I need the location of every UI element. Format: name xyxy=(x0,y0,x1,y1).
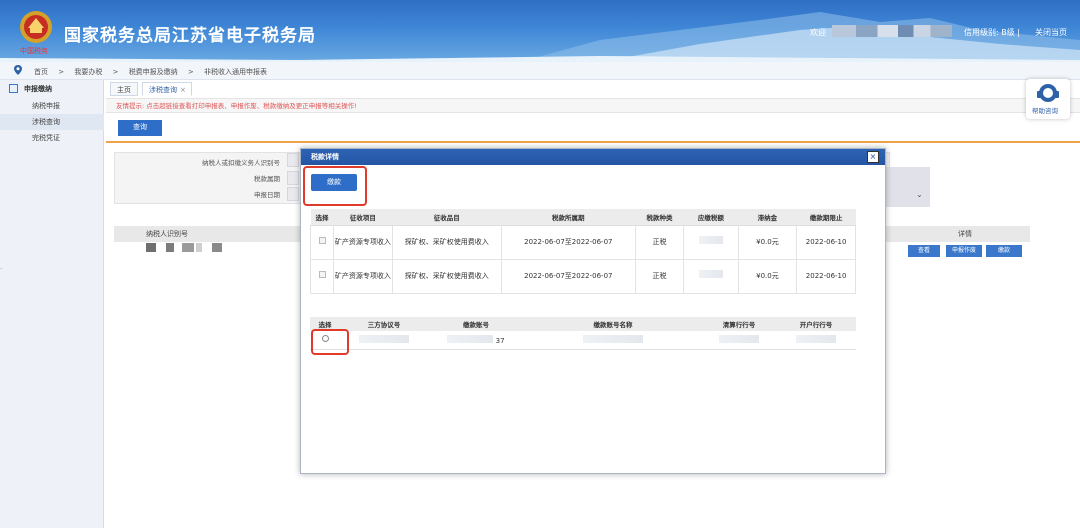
taxpayer-id-column-header: 纳税人识别号 xyxy=(146,230,188,238)
results-table-header xyxy=(114,226,300,242)
detail-column-header-bg xyxy=(884,226,1030,242)
divider xyxy=(106,141,1080,143)
close-page-link[interactable]: 关闭当页 xyxy=(1035,27,1067,38)
tax-detail-modal: 税款详情 × 缴款 选择 征收项目 征收品目 税款所属期 税款种类 应缴税额 滞… xyxy=(300,148,886,474)
tab-tax-query[interactable]: 涉税查询 × xyxy=(142,82,192,96)
modal-title: 税款详情 xyxy=(311,153,339,161)
top-banner: 中国税务 国家税务总局江苏省电子税务局 欢迎 信用级别: B级 | 关闭当页 xyxy=(0,0,1080,62)
svg-text:中国税务: 中国税务 xyxy=(20,46,48,55)
col-account-name: 缴款账号名称 xyxy=(524,317,702,331)
sidebar-item-tax-query[interactable]: 涉税查询 xyxy=(0,114,104,130)
masked-amount xyxy=(698,269,723,278)
form-label-tax-period: 税款属期 xyxy=(254,175,280,183)
col-account-no: 缴款账号 xyxy=(428,317,524,331)
highlight-account-radio xyxy=(311,329,349,355)
row-checkbox[interactable] xyxy=(318,270,326,278)
location-pin-icon xyxy=(14,65,22,75)
query-button[interactable]: 查询 xyxy=(118,120,162,136)
void-declaration-button[interactable]: 申报作废 xyxy=(946,245,982,257)
late-fee-cell: ¥0.0元 xyxy=(737,224,798,260)
site-title: 国家税务总局江苏省电子税务局 xyxy=(64,26,316,46)
sidebar-item-tax-certificate[interactable]: 完税凭证 xyxy=(0,130,104,146)
tax-payable-cell xyxy=(683,224,739,260)
levy-item-cell: 矿产资源专项收入 xyxy=(333,258,393,294)
masked-account-name xyxy=(583,334,643,343)
masked-agreement-no xyxy=(359,334,409,343)
levy-item-cell: 矿产资源专项收入 xyxy=(333,224,393,260)
tax-period-cell: 2022-06-07至2022-06-07 xyxy=(500,258,636,294)
modal-titlebar: 税款详情 × xyxy=(301,149,885,165)
breadcrumb-tax-handling[interactable]: 我要办税 xyxy=(74,68,102,76)
col-opening-bank-no: 开户行行号 xyxy=(776,317,856,331)
breadcrumb-sep: > xyxy=(58,68,65,76)
deadline-cell: 2022-06-10 xyxy=(796,258,856,294)
payment-account-table: 选择 三方协议号 缴款账号 缴款账号名称 清算行行号 开户行行号 37 xyxy=(310,317,856,350)
account-no-cell: 37 xyxy=(428,331,524,350)
deadline-cell: 2022-06-10 xyxy=(796,224,856,260)
taxpayer-id-input[interactable] xyxy=(287,153,299,167)
breadcrumb-current: 非税收入通用申报表 xyxy=(204,68,268,76)
close-icon[interactable]: × xyxy=(867,151,879,163)
tax-emblem-icon: 中国税务 xyxy=(16,8,56,56)
tax-payable-cell xyxy=(683,258,739,294)
sidebar: 申报缴纳 纳税申报 涉税查询 完税凭证 xyxy=(0,80,104,528)
col-levy-sub-item: 征收品目 xyxy=(392,209,502,226)
table-row: 矿产资源专项收入 探矿权、采矿权使用费收入 2022-06-07至2022-06… xyxy=(309,258,856,294)
masked-clearing-bank xyxy=(719,334,759,343)
levy-sub-item-cell: 探矿权、采矿权使用费收入 xyxy=(391,258,502,294)
credit-level: 信用级别: B级 | xyxy=(964,28,1020,37)
breadcrumb-sep: > xyxy=(112,68,119,76)
tab-home[interactable]: 主页 xyxy=(110,82,138,96)
menu-folder-icon xyxy=(9,84,18,93)
welcome-text: 欢迎 xyxy=(810,28,826,37)
notice-banner: 友情提示: 点击超链接查看打印申报表、申报作废、税款缴纳及更正申报等相关操作! xyxy=(106,98,1080,113)
col-select: 选择 xyxy=(310,209,334,226)
tax-period-cell: 2022-06-07至2022-06-07 xyxy=(500,224,636,260)
col-agreement-no: 三方协议号 xyxy=(340,317,428,331)
view-button[interactable]: 查看 xyxy=(908,245,940,257)
breadcrumb: 首页 > 我要办税 > 税费申报及缴纳 > 非税收入通用申报表 xyxy=(34,67,275,77)
row-checkbox[interactable] xyxy=(318,236,326,244)
breadcrumb-sep: > xyxy=(187,68,194,76)
late-fee-cell: ¥0.0元 xyxy=(737,258,798,294)
breadcrumb-declare-pay[interactable]: 税费申报及缴纳 xyxy=(129,68,178,76)
tax-period-input[interactable] xyxy=(287,171,299,185)
masked-taxpayer-id xyxy=(146,243,222,252)
breadcrumb-bar: 首页 > 我要办税 > 税费申报及缴纳 > 非税收入通用申报表 xyxy=(0,62,1080,80)
col-tax-payable: 应缴税额 xyxy=(683,209,739,226)
col-clearing-bank-no: 清算行行号 xyxy=(702,317,776,331)
tax-type-cell: 正税 xyxy=(634,258,685,294)
tab-close-icon[interactable]: × xyxy=(180,86,186,94)
masked-account-no xyxy=(447,334,494,343)
account-suffix: 37 xyxy=(495,336,505,345)
form-label-declare-date: 申报日期 xyxy=(254,191,280,199)
headset-icon xyxy=(1037,84,1059,102)
form-label-taxpayer-id: 纳税人或扣缴义务人识别号 xyxy=(202,159,280,167)
row-pay-button[interactable]: 缴款 xyxy=(986,245,1022,257)
col-levy-item: 征收项目 xyxy=(333,209,393,226)
tax-type-cell: 正税 xyxy=(634,224,685,260)
table-row: 矿产资源专项收入 探矿权、采矿权使用费收入 2022-06-07至2022-06… xyxy=(309,224,856,260)
masked-opening-bank xyxy=(796,334,836,343)
masked-username xyxy=(832,25,952,37)
breadcrumb-home[interactable]: 首页 xyxy=(34,68,48,76)
sidebar-heading[interactable]: 申报缴纳 xyxy=(9,84,52,94)
masked-amount xyxy=(698,235,723,244)
detail-column-header: 详情 xyxy=(958,230,972,238)
highlight-pay-button xyxy=(303,166,367,206)
help-label[interactable]: 帮助咨询 xyxy=(1032,105,1058,115)
col-tax-type: 税款种类 xyxy=(635,209,684,226)
declare-date-input[interactable] xyxy=(287,187,299,201)
col-tax-period: 税款所属期 xyxy=(501,209,636,226)
chevron-down-icon[interactable]: ⌄ xyxy=(916,190,923,199)
col-late-fee: 滞纳金 xyxy=(738,209,797,226)
table-row[interactable]: 37 xyxy=(310,331,856,350)
levy-sub-item-cell: 探矿权、采矿权使用费收入 xyxy=(391,224,502,260)
sidebar-item-tax-declaration[interactable]: 纳税申报 xyxy=(0,98,104,114)
edge-mark: · xyxy=(0,265,3,273)
col-deadline: 缴款期限止 xyxy=(796,209,856,226)
tax-items-table: 选择 征收项目 征收品目 税款所属期 税款种类 应缴税额 滞纳金 缴款期限止 矿… xyxy=(309,209,856,294)
